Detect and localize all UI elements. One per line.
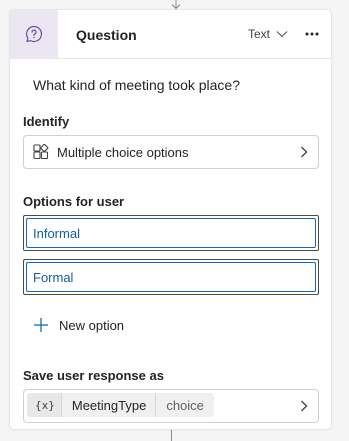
identify-selector[interactable]: Multiple choice options [23, 135, 319, 169]
more-options-button[interactable] [302, 24, 322, 44]
more-horizontal-icon [305, 32, 319, 36]
connector-arrow-icon [171, 0, 181, 10]
option-item[interactable]: Formal [23, 259, 319, 295]
identify-value: Multiple choice options [57, 145, 189, 160]
option-input[interactable]: Formal [26, 262, 316, 292]
question-prompt-text[interactable]: What kind of meeting took place? [33, 77, 240, 93]
variable-name: MeetingType [71, 397, 147, 413]
option-input[interactable]: Informal [26, 218, 316, 248]
node-title: Question [76, 27, 137, 43]
question-bubble-icon [26, 25, 43, 43]
question-node-card[interactable]: Question Text What kind of meeting took … [10, 10, 331, 429]
chevron-down-icon [276, 31, 288, 38]
options-label: Options for user [23, 194, 125, 209]
node-header: Question Text [10, 10, 331, 59]
variable-pill[interactable]: {x} MeetingType choice [27, 393, 214, 417]
option-text: Informal [33, 225, 80, 241]
plus-icon [34, 318, 48, 332]
chevron-right-icon [301, 400, 308, 412]
option-item[interactable]: Informal [23, 215, 319, 251]
connector-line [171, 430, 172, 441]
option-text: Formal [33, 269, 74, 285]
save-variable-selector[interactable]: {x} MeetingType choice [23, 389, 319, 423]
new-option-label: New option [59, 317, 125, 333]
multiple-choice-icon [33, 144, 49, 160]
type-dropdown[interactable]: Text [248, 25, 288, 43]
variable-type: choice [155, 393, 214, 417]
question-icon-tile [10, 10, 58, 58]
new-option-button[interactable]: New option [33, 315, 124, 335]
save-response-label: Save user response as [23, 368, 164, 383]
variable-icon: {x} [27, 393, 62, 417]
chevron-right-icon [301, 146, 308, 158]
type-dropdown-value: Text [248, 27, 271, 41]
identify-label: Identify [23, 114, 70, 129]
